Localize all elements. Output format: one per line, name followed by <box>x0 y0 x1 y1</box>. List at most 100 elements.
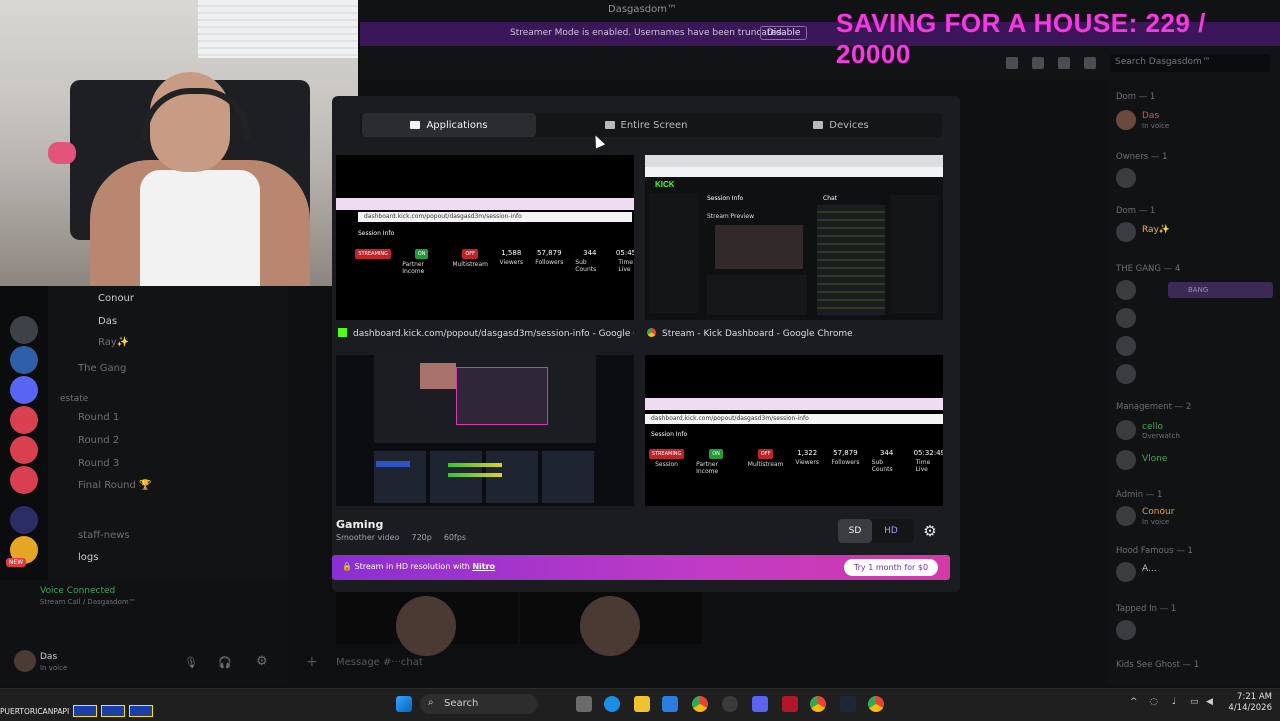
session-info-title: Session Info <box>358 230 395 237</box>
kick-chat-title: Chat <box>823 195 838 202</box>
network-icon[interactable]: ▭ <box>1190 697 1199 707</box>
channel-staff-news[interactable]: staff-news <box>78 530 130 541</box>
channel-final-round[interactable]: Final Round 🏆 <box>78 480 152 491</box>
time-value: 05:32:49 <box>913 449 943 457</box>
tray-icon[interactable]: ◌ <box>1150 697 1158 707</box>
microphone-icon[interactable]: ♩ <box>1172 697 1176 707</box>
avatar[interactable] <box>1116 308 1136 328</box>
member-group-label: Dom — 1 <box>1116 206 1156 216</box>
window-title: Dasgasdom™ <box>608 4 677 15</box>
source-thumbnail-kick-dashboard[interactable]: KICK Session Info Stream Preview Chat <box>645 155 943 320</box>
taskbar-search[interactable]: ⌕ Search <box>420 694 538 714</box>
avatar[interactable] <box>1116 364 1136 384</box>
avatar[interactable] <box>1116 506 1136 526</box>
voice-user[interactable]: Das <box>98 316 117 327</box>
avatar[interactable] <box>1116 110 1136 130</box>
kick-panel-title: Stream Preview <box>707 213 754 220</box>
steam-icon[interactable] <box>840 696 856 712</box>
member-name[interactable]: A... <box>1142 564 1157 574</box>
obs-icon[interactable] <box>722 696 738 712</box>
store-icon[interactable] <box>662 696 678 712</box>
member-name[interactable]: Ray✨ <box>1142 225 1170 235</box>
category-label[interactable]: estate <box>60 394 88 404</box>
disable-streamer-mode-button[interactable]: Disable <box>760 26 808 40</box>
tab-applications[interactable]: Applications <box>362 113 536 137</box>
window-icon <box>410 121 421 129</box>
nitro-trial-button[interactable]: Try 1 month for $0 <box>844 559 938 576</box>
taskbar-clock[interactable]: 7:21 AM 4/14/2026 <box>1222 692 1272 714</box>
sd-button[interactable]: SD <box>838 519 872 543</box>
file-explorer-icon[interactable] <box>634 696 650 712</box>
member-name[interactable]: cello <box>1142 422 1163 432</box>
avatar[interactable] <box>1116 168 1136 188</box>
browser-tabstrip <box>645 155 943 167</box>
discord-icon[interactable] <box>752 696 768 712</box>
volume-icon[interactable]: ◀ <box>1206 697 1213 707</box>
overlay-goal-text: SAVING FOR A HOUSE: 229 / 20000 <box>836 8 1206 69</box>
server-icon[interactable] <box>10 376 38 404</box>
message-input[interactable]: + Message #···chat <box>296 650 1096 676</box>
member-group-label: Tapped In — 1 <box>1116 604 1177 614</box>
avatar[interactable] <box>14 650 36 672</box>
server-icon[interactable] <box>10 316 38 344</box>
tab-entire-screen[interactable]: Entire Screen <box>556 113 736 137</box>
headphones-icon[interactable]: 🎧 <box>218 656 232 669</box>
ticker-text: PUERTORICANPAPI <box>0 706 70 716</box>
source-thumbnail-obs[interactable] <box>336 355 634 506</box>
server-icon[interactable] <box>10 346 38 374</box>
member-group-label: Management — 2 <box>1116 402 1192 412</box>
task-view-icon[interactable] <box>576 696 592 712</box>
stat-label: Multistream <box>747 461 784 468</box>
video-tile[interactable] <box>336 592 518 656</box>
webcam-overlay <box>0 0 358 286</box>
avatar[interactable] <box>1116 450 1136 470</box>
source-thumbnail-session-info[interactable]: dashboard.kick.com/popout/dasgasd3m/sess… <box>645 355 943 506</box>
voice-user[interactable]: Ray✨ <box>98 337 129 348</box>
channel-round-1[interactable]: Round 1 <box>78 412 119 423</box>
edge-icon[interactable] <box>604 696 620 712</box>
server-icon[interactable] <box>10 406 38 434</box>
window-blinds <box>198 0 358 58</box>
avatar[interactable] <box>1116 620 1136 640</box>
chrome-icon[interactable] <box>868 696 884 712</box>
obs-audio-meter <box>448 463 502 467</box>
member-name[interactable]: Vlone <box>1142 454 1167 464</box>
microphone-icon[interactable]: 🎙 <box>184 656 198 669</box>
avatar[interactable] <box>1116 222 1136 242</box>
member-name[interactable]: BANG <box>1168 282 1273 298</box>
plus-icon[interactable]: + <box>306 654 318 670</box>
hd-button[interactable]: HD <box>874 519 908 543</box>
server-icon[interactable] <box>10 436 38 464</box>
clock-time: 7:21 AM <box>1237 692 1272 702</box>
server-icon[interactable] <box>10 466 38 494</box>
server-icon[interactable] <box>10 506 38 534</box>
channel-logs[interactable]: logs <box>78 552 98 563</box>
avatar[interactable] <box>1116 280 1136 300</box>
streaming-pill: STREAMING <box>648 449 685 459</box>
channel-round-3[interactable]: Round 3 <box>78 458 119 469</box>
stat-label: Sub Counts <box>575 259 597 273</box>
avatar[interactable] <box>1116 336 1136 356</box>
gear-icon[interactable]: ⚙ <box>920 521 940 541</box>
avatar[interactable] <box>1116 420 1136 440</box>
tab-label: Devices <box>829 119 869 131</box>
chevron-up-icon[interactable]: ^ <box>1130 697 1138 707</box>
voice-user[interactable]: Conour <box>98 293 134 304</box>
gear-icon[interactable]: ⚙ <box>256 654 268 669</box>
member-name[interactable]: Das <box>1142 111 1159 121</box>
time-value: 05:45:55 <box>615 249 634 257</box>
member-name[interactable]: Conour <box>1142 507 1174 517</box>
channel-round-2[interactable]: Round 2 <box>78 435 119 446</box>
source-thumbnail-session-info[interactable]: dashboard.kick.com/popout/dasgasd3m/sess… <box>336 155 634 320</box>
channel-the-gang[interactable]: The Gang <box>78 363 126 374</box>
chrome-icon[interactable] <box>692 696 708 712</box>
tab-devices[interactable]: Devices <box>756 113 926 137</box>
chrome-icon[interactable] <box>810 696 826 712</box>
voice-channel[interactable]: Stream Call / Dasgasdom™ <box>40 598 136 606</box>
kick-sidebar <box>649 193 699 313</box>
avatar[interactable] <box>1116 562 1136 582</box>
windows-start-icon[interactable] <box>396 696 412 712</box>
nitro-link[interactable]: Nitro <box>472 562 495 571</box>
video-tile[interactable] <box>520 592 702 656</box>
acrobat-icon[interactable] <box>782 696 798 712</box>
